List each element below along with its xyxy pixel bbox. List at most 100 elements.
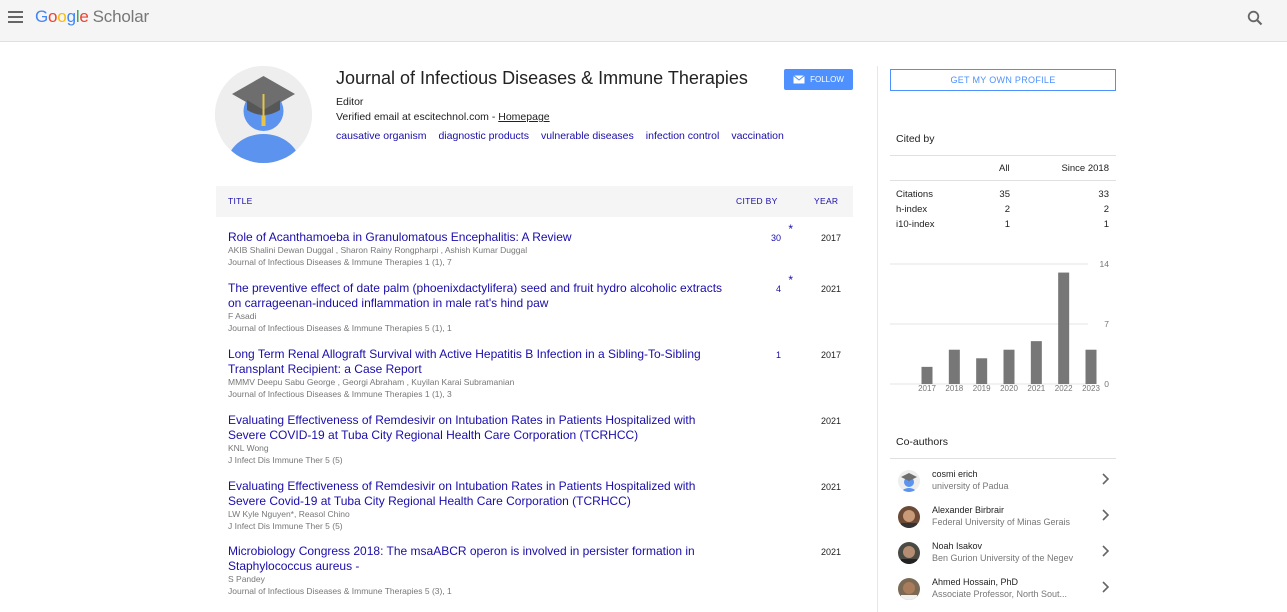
cited-by-heading: Cited by	[896, 133, 935, 145]
merged-citation-star[interactable]: *	[788, 273, 793, 287]
column-divider	[877, 66, 878, 612]
chevron-right-icon	[1102, 581, 1110, 593]
coauthor-item[interactable]: Noah Isakov Ben Gurion University of the…	[890, 538, 1116, 574]
interest-link[interactable]: infection control	[646, 130, 720, 142]
article-year: 2021	[820, 482, 841, 492]
metric-all: 35	[999, 189, 1010, 200]
coauthor-affiliation: Associate Professor, North Sout...	[932, 589, 1068, 599]
article-title[interactable]: Microbiology Congress 2018: The msaABCR …	[228, 544, 728, 574]
sort-by-title[interactable]: TITLE	[228, 196, 253, 206]
article-year: 2017	[820, 233, 841, 243]
cited-by-count[interactable]: 4	[776, 284, 781, 294]
article-year: 2021	[820, 284, 841, 294]
cited-by-count[interactable]: 30	[771, 233, 781, 243]
coauthors-heading: Co-authors	[896, 436, 948, 448]
x-tick-label: 2017	[918, 384, 936, 393]
metric-since: 2	[1103, 204, 1109, 215]
coauthor-item[interactable]: cosmi erich university of Padua	[890, 466, 1116, 502]
chevron-right-icon	[1102, 545, 1110, 557]
y-tick-label: 0	[1104, 379, 1109, 389]
interest-link[interactable]: vaccination	[731, 130, 784, 142]
divider	[890, 458, 1116, 459]
merged-citation-star[interactable]: *	[788, 222, 793, 236]
citation-bar	[1030, 341, 1042, 384]
metrics-header-all: All	[999, 163, 1010, 174]
get-own-profile-button[interactable]: GET MY OWN PROFILE	[890, 69, 1116, 91]
y-tick-label: 14	[1100, 259, 1110, 269]
search-icon[interactable]	[1247, 10, 1263, 26]
interest-link[interactable]: vulnerable diseases	[541, 130, 634, 142]
article-venue: Journal of Infectious Diseases & Immune …	[228, 323, 452, 333]
citation-bar	[1003, 349, 1015, 384]
article-title[interactable]: Evaluating Effectiveness of Remdesivir o…	[228, 479, 728, 509]
google-scholar-logo[interactable]: Google Scholar	[35, 7, 149, 27]
article-title[interactable]: Role of Acanthamoeba in Granulomatous En…	[228, 230, 728, 245]
coauthor-avatar	[898, 506, 920, 528]
metric-since: 1	[1103, 219, 1109, 230]
divider	[890, 180, 1116, 181]
follow-label: FOLLOW	[810, 75, 844, 84]
profile-email: Verified email at escitechnol.com - Home…	[336, 111, 550, 123]
article-venue: Journal of Infectious Diseases & Immune …	[228, 586, 452, 596]
coauthor-name: Alexander Birbrair	[932, 505, 1005, 515]
metric-label: Citations	[896, 189, 933, 200]
metric-all: 1	[1004, 219, 1010, 230]
article-venue: Journal of Infectious Diseases & Immune …	[228, 389, 452, 399]
article-year: 2021	[820, 416, 841, 426]
citation-bar	[976, 358, 988, 384]
x-tick-label: 2023	[1082, 384, 1100, 393]
article-venue: Journal of Infectious Diseases & Immune …	[228, 257, 452, 267]
article-year: 2021	[820, 547, 841, 557]
menu-icon[interactable]	[8, 11, 23, 25]
citation-bar	[1058, 272, 1070, 384]
coauthor-affiliation: Ben Gurion University of the Negev	[932, 553, 1074, 563]
profile-avatar	[215, 66, 312, 163]
article-authors: LW Kyle Nguyen*, Reasol Chino	[228, 509, 350, 519]
sort-by-year[interactable]: YEAR	[814, 196, 838, 206]
interest-link[interactable]: causative organism	[336, 130, 426, 142]
coauthor-item[interactable]: Ahmed Hossain, PhD Associate Professor, …	[890, 574, 1116, 610]
coauthor-affiliation: Federal University of Minas Gerais	[932, 517, 1071, 527]
article-venue: J Infect Dis Immune Ther 5 (5)	[228, 455, 343, 465]
coauthor-name: Ahmed Hossain, PhD	[932, 577, 1019, 587]
profile-name: Journal of Infectious Diseases & Immune …	[336, 68, 748, 88]
metric-label: i10-index	[896, 219, 935, 230]
top-bar: Google Scholar	[0, 0, 1287, 42]
metric-label: h-index	[896, 204, 928, 215]
article-authors: S Pandey	[228, 574, 265, 584]
follow-button[interactable]: FOLLOW	[784, 69, 853, 90]
citation-bar	[1085, 349, 1097, 384]
article-authors: MMMV Deepu Sabu George , Georgi Abraham …	[228, 377, 515, 387]
metrics-header-since: Since 2018	[1061, 163, 1109, 174]
interests-list: causative organism diagnostic products v…	[336, 130, 784, 142]
metric-all: 2	[1004, 204, 1010, 215]
citation-bar	[921, 366, 933, 384]
coauthor-item[interactable]: Alexander Birbrair Federal University of…	[890, 502, 1116, 538]
sort-by-cited[interactable]: CITED BY	[736, 196, 778, 206]
y-tick-label: 7	[1104, 319, 1109, 329]
coauthor-name: cosmi erich	[932, 469, 978, 479]
article-year: 2017	[820, 350, 841, 360]
article-authors: F Asadi	[228, 311, 257, 321]
divider	[890, 155, 1116, 156]
coauthor-avatar	[898, 542, 920, 564]
x-tick-label: 2022	[1055, 384, 1073, 393]
coauthor-name: Noah Isakov	[932, 541, 983, 551]
coauthor-affiliation: university of Padua	[932, 481, 1009, 491]
profile-affiliation: Editor	[336, 96, 364, 108]
email-text: Verified email at escitechnol.com -	[336, 111, 499, 123]
cited-by-count[interactable]: 1	[776, 350, 781, 360]
article-venue: J Infect Dis Immune Ther 5 (5)	[228, 521, 343, 531]
homepage-link[interactable]: Homepage	[498, 111, 549, 123]
citation-bar	[948, 349, 960, 384]
article-title[interactable]: Long Term Renal Allograft Survival with …	[228, 347, 728, 377]
metric-since: 33	[1098, 189, 1109, 200]
interest-link[interactable]: diagnostic products	[438, 130, 528, 142]
article-title[interactable]: The preventive effect of date palm (phoe…	[228, 281, 728, 311]
x-tick-label: 2019	[973, 384, 991, 393]
x-tick-label: 2020	[1000, 384, 1018, 393]
coauthor-avatar	[898, 470, 920, 492]
article-title[interactable]: Evaluating Effectiveness of Remdesivir o…	[228, 413, 728, 443]
coauthor-avatar	[898, 578, 920, 600]
x-tick-label: 2021	[1027, 384, 1045, 393]
